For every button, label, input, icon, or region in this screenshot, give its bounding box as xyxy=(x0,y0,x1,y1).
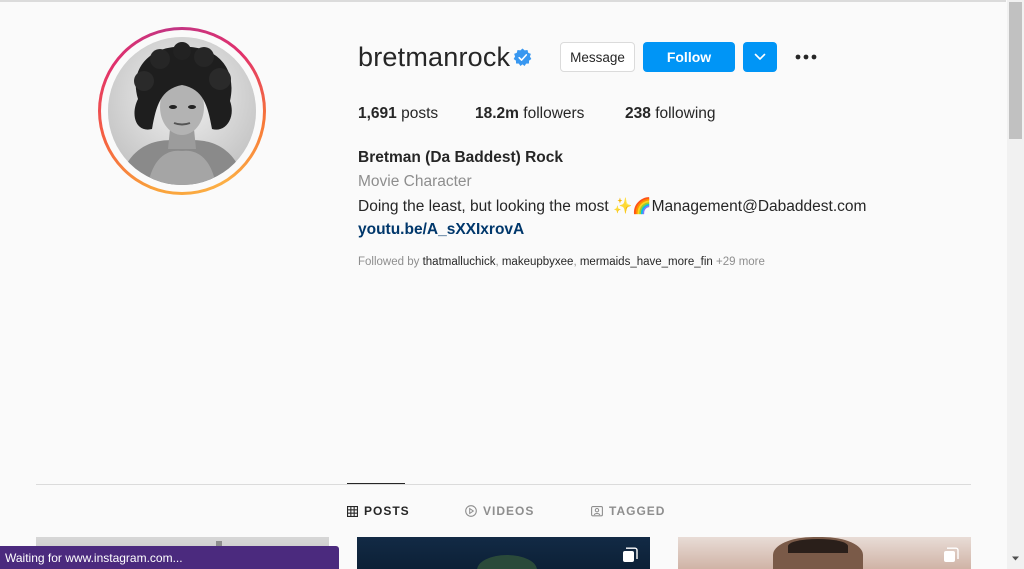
verified-badge-icon xyxy=(513,48,532,67)
scrollbar-thumb[interactable] xyxy=(1009,2,1022,139)
carousel-icon xyxy=(944,547,959,562)
followers-count-value: 18.2m xyxy=(475,105,519,122)
instagram-profile-page: bretmanrock Message Follow 1,691 posts 1… xyxy=(0,0,1024,569)
profile-avatar[interactable] xyxy=(108,37,256,185)
tabs-divider xyxy=(36,484,971,485)
followed-by-account[interactable]: mermaids_have_more_fin xyxy=(580,256,713,268)
posts-count-value: 1,691 xyxy=(358,105,397,122)
profile-bio-text: Doing the least, but looking the most ✨🌈… xyxy=(358,198,867,215)
follow-button[interactable]: Follow xyxy=(643,42,735,72)
followers-count-label: followers xyxy=(523,105,585,122)
tab-tagged-label: TAGGED xyxy=(609,504,666,518)
browser-status-bar: Waiting for www.instagram.com... xyxy=(0,546,339,569)
followed-by-account[interactable]: makeupbyxee xyxy=(502,256,574,268)
chevron-down-icon xyxy=(754,53,766,60)
carousel-icon xyxy=(623,547,638,562)
followed-by-account[interactable]: thatmalluchick xyxy=(423,256,496,268)
profile-username: bretmanrock xyxy=(358,42,511,72)
followed-by-more[interactable]: +29 more xyxy=(716,256,765,268)
message-button[interactable]: Message xyxy=(560,42,635,72)
tab-videos-label: VIDEOS xyxy=(483,504,535,518)
tab-posts[interactable]: POSTS xyxy=(347,504,410,518)
play-circle-icon xyxy=(465,505,477,517)
profile-external-link[interactable]: youtu.be/A_sXXIxrovA xyxy=(358,221,524,239)
profile-full-name: Bretman (Da Baddest) Rock xyxy=(358,149,563,166)
active-tab-indicator xyxy=(347,483,405,484)
posts-count-label: posts xyxy=(401,105,439,122)
following-link[interactable]: 238 following xyxy=(625,105,716,123)
following-count-label: following xyxy=(655,105,716,122)
status-text: Waiting for www.instagram.com... xyxy=(5,550,183,565)
post-thumbnail[interactable] xyxy=(357,537,650,569)
top-divider xyxy=(0,0,1006,2)
followed-by-prefix: Followed by xyxy=(358,256,420,268)
followed-by-line[interactable]: Followed by thatmalluchick, makeupbyxee,… xyxy=(358,256,765,268)
post-thumbnail[interactable] xyxy=(678,537,971,569)
followers-link[interactable]: 18.2m followers xyxy=(475,105,584,123)
scroll-down-arrow-icon[interactable] xyxy=(1011,554,1020,563)
tab-videos[interactable]: VIDEOS xyxy=(465,504,534,518)
tab-posts-label: POSTS xyxy=(364,504,410,518)
grid-icon xyxy=(347,505,358,517)
following-count-value: 238 xyxy=(625,105,651,122)
profile-category: Movie Character xyxy=(358,173,472,190)
tag-portrait-icon xyxy=(591,506,603,517)
tab-tagged[interactable]: TAGGED xyxy=(591,504,665,518)
suggested-accounts-dropdown-button[interactable] xyxy=(743,42,777,72)
more-options-icon[interactable] xyxy=(795,54,817,60)
posts-count: 1,691 posts xyxy=(358,105,438,123)
